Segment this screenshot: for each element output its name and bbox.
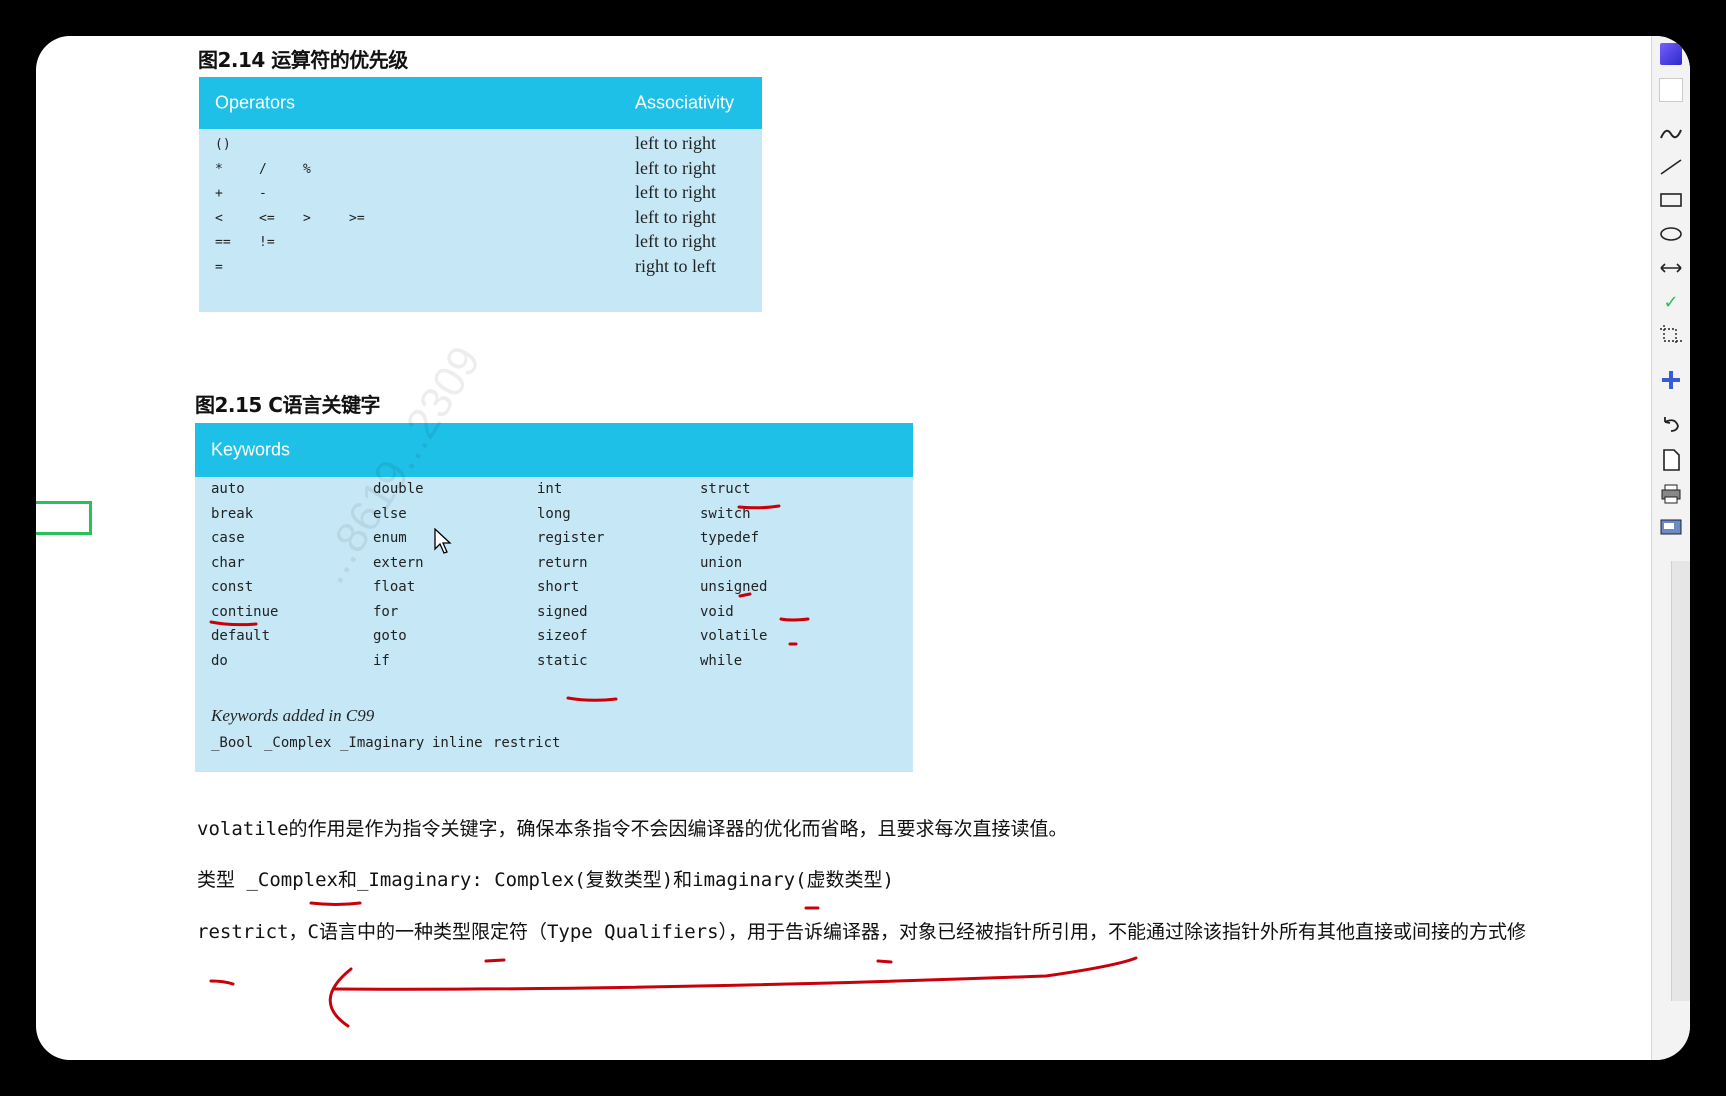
move-cross-icon[interactable] [1656, 366, 1686, 394]
annotation-toolbar: ✓ [1651, 36, 1690, 1060]
rectangle-icon[interactable] [1656, 186, 1686, 214]
undo-icon[interactable] [1656, 411, 1686, 439]
freehand-pen-icon[interactable] [1656, 120, 1686, 148]
arrow-line [332, 956, 1138, 991]
document-page: 图2.14 运算符的优先级 Operators Associativity ()… [36, 36, 1690, 1060]
pen-annotations [209, 504, 1138, 1028]
print-icon[interactable] [1656, 480, 1686, 508]
color-swatch-icon[interactable] [1656, 40, 1686, 68]
dash-union [738, 592, 752, 598]
underline-unsigned [779, 617, 810, 622]
double-arrow-icon[interactable] [1656, 254, 1686, 282]
check-icon[interactable]: ✓ [1656, 288, 1686, 316]
tick-compiler [876, 959, 893, 964]
crop-icon[interactable] [1656, 321, 1686, 349]
screen-icon[interactable] [1656, 514, 1686, 542]
eraser-icon[interactable] [1656, 76, 1686, 104]
underline-complex [309, 901, 362, 906]
mouse-cursor-icon [434, 528, 452, 554]
underline-const [209, 620, 258, 627]
tick-type [484, 958, 506, 963]
ellipse-icon[interactable] [1656, 220, 1686, 248]
new-page-icon[interactable] [1656, 446, 1686, 474]
scrollbar-thumb[interactable] [1671, 561, 1690, 1001]
underline-c [209, 979, 235, 986]
underline-static [566, 696, 618, 702]
line-icon[interactable] [1656, 153, 1686, 181]
underline-struct [737, 504, 781, 510]
arrow-head [328, 967, 353, 1028]
